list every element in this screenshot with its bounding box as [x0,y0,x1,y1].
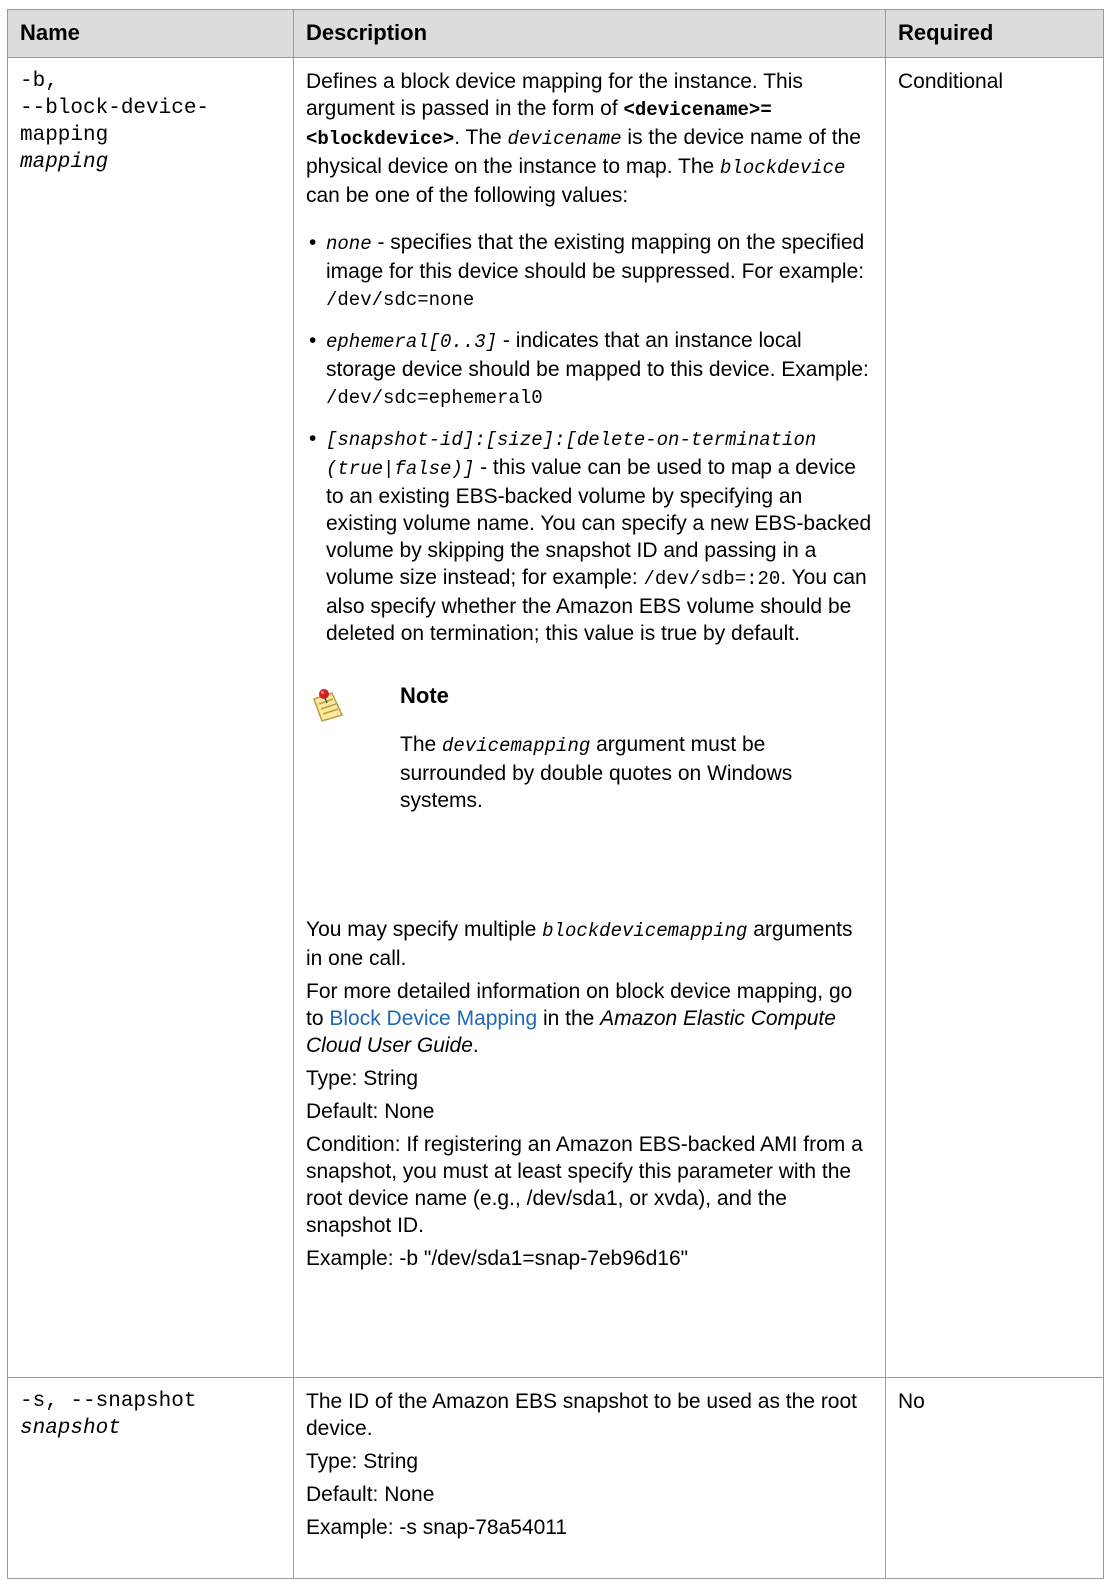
param-description-cell: Defines a block device mapping for the i… [293,57,886,1378]
param-required-cell: No [885,1377,1104,1579]
example-text: Example: -b "/dev/sda1=snap-7eb96d16" [306,1247,689,1270]
default-text: Default: None [306,1483,435,1506]
multiple-mappings-text: You may specify multiple blockdevicemapp… [306,918,853,970]
note-title: Note [400,683,449,708]
param-description-cell: The ID of the Amazon EBS snapshot to be … [293,1377,886,1579]
condition-text: Condition: If registering an Amazon EBS-… [306,1133,863,1237]
param-name-cell: -s, --snapshot snapshot [7,1377,294,1579]
block-device-mapping-link[interactable]: Block Device Mapping [329,1007,537,1030]
header-description: Description [293,9,886,58]
header-name: Name [7,9,294,58]
header-required: Required [885,9,1104,58]
table-row-block-device-mapping: -b, --block-device-mapping mapping Defin… [7,57,1104,1378]
list-item: [snapshot-id]:[size]:[delete-on-terminat… [309,425,873,647]
param-flag-short: -b, [20,70,58,93]
devicename-term: devicename [507,128,622,150]
param-flag: -s, --snapshot [20,1390,197,1413]
param-flag-long: --block-device-mapping [20,97,210,147]
note-callout: Note The devicemapping argument must be … [306,681,873,916]
description-text: The ID of the Amazon EBS snapshot to be … [306,1390,858,1440]
note-pushpin-icon [308,685,348,725]
param-argument: snapshot [20,1417,121,1440]
example-text: Example: -s snap-78a54011 [306,1516,568,1539]
list-item: ephemeral[0..3] - indicates that an inst… [309,327,873,412]
param-argument: mapping [20,151,109,174]
devicemapping-term: devicemapping [442,735,591,757]
block-device-values-list: none - specifies that the existing mappi… [306,229,873,647]
list-item: none - specifies that the existing mappi… [309,229,873,314]
default-text: Default: None [306,1100,435,1123]
note-body: The devicemapping argument must be surro… [400,733,793,812]
more-info-text: For more detailed information on block d… [306,980,853,1057]
parameters-table: Name Description Required -b, --block-de… [7,9,1104,1579]
param-required-cell: Conditional [885,57,1104,1378]
table-row-snapshot: -s, --snapshot snapshot The ID of the Am… [7,1377,1104,1579]
type-text: Type: String [306,1067,419,1090]
description-intro: Defines a block device mapping for the i… [306,70,861,207]
type-text: Type: String [306,1450,419,1473]
table-header-row: Name Description Required [7,9,1104,58]
blockdevice-term: blockdevice [720,157,846,179]
param-name-cell: -b, --block-device-mapping mapping [7,57,294,1378]
